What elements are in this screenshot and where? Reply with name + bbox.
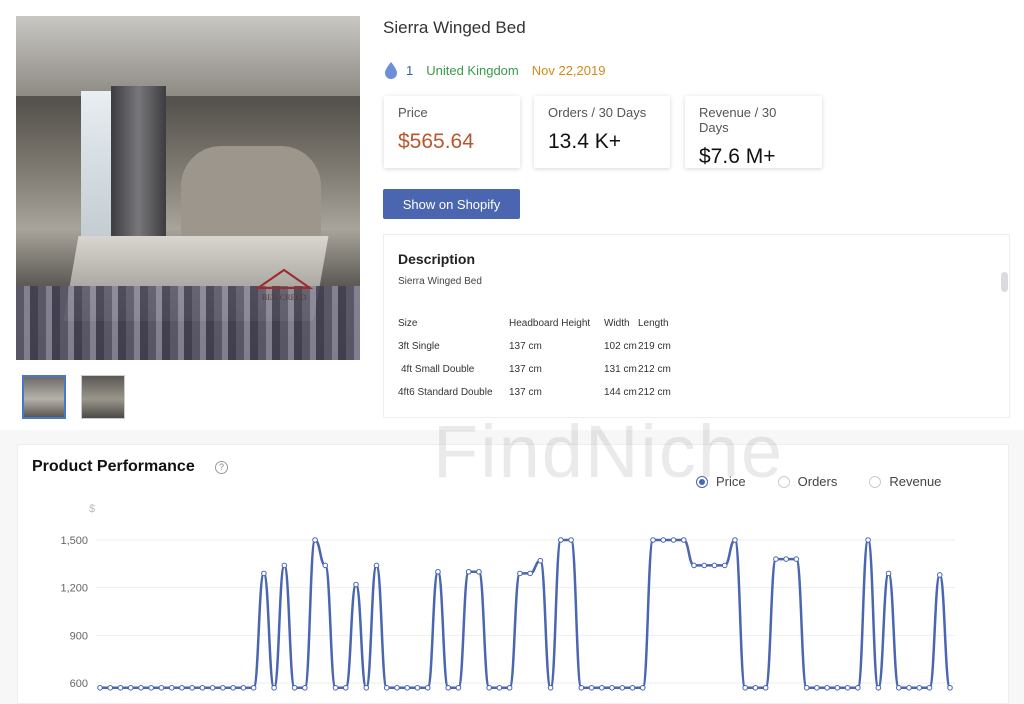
data-point <box>752 684 759 691</box>
data-point <box>363 684 370 691</box>
data-point <box>158 684 165 691</box>
y-tick-label: 900 <box>70 630 88 642</box>
data-point <box>691 562 697 569</box>
data-point <box>312 537 318 543</box>
data-point <box>947 684 953 691</box>
y-tick-label: 1,500 <box>60 535 88 547</box>
data-point <box>189 684 195 691</box>
data-point <box>404 684 411 691</box>
data-point <box>496 684 503 691</box>
data-point <box>424 684 431 691</box>
data-point <box>875 684 882 691</box>
data-point <box>609 684 615 691</box>
data-point <box>793 556 800 562</box>
data-point <box>660 537 667 543</box>
data-point <box>926 684 933 691</box>
data-point <box>394 684 400 691</box>
data-point <box>783 556 789 562</box>
data-point <box>517 570 523 577</box>
data-point <box>916 684 923 691</box>
data-point <box>138 684 144 691</box>
data-point <box>435 568 441 575</box>
data-point <box>476 568 482 575</box>
data-point <box>803 684 810 691</box>
data-point <box>342 684 349 691</box>
price-line-chart[interactable]: $600 900 1,200 1,500 <box>0 0 1024 699</box>
data-point <box>373 562 380 569</box>
data-point <box>558 537 564 543</box>
data-point <box>814 684 820 691</box>
data-point <box>824 684 830 691</box>
data-point <box>127 684 134 691</box>
data-point <box>414 684 421 691</box>
data-point <box>261 570 267 577</box>
data-point <box>599 684 605 691</box>
y-tick-label: 600 <box>70 678 88 690</box>
data-point <box>271 684 277 691</box>
data-point <box>281 562 288 569</box>
data-point <box>547 684 554 691</box>
data-point <box>107 684 114 691</box>
data-point <box>250 684 257 691</box>
data-point <box>701 562 708 569</box>
data-point <box>97 684 103 691</box>
data-point <box>885 570 892 577</box>
data-point <box>588 684 595 691</box>
data-point <box>895 684 902 691</box>
data-point <box>506 684 513 691</box>
data-point <box>844 684 851 691</box>
data-point <box>834 684 841 691</box>
data-point <box>855 684 861 691</box>
data-point <box>302 684 308 691</box>
data-point <box>711 562 718 569</box>
data-point <box>291 684 298 691</box>
data-point <box>209 684 216 691</box>
data-point <box>445 684 451 691</box>
data-point <box>220 684 226 691</box>
data-point <box>117 684 124 691</box>
data-point <box>865 537 871 543</box>
y-axis-unit: $ <box>89 503 95 515</box>
data-point <box>773 556 779 562</box>
data-point <box>936 572 943 578</box>
data-point <box>148 684 155 691</box>
data-point <box>680 537 687 543</box>
data-point <box>168 684 175 691</box>
data-point <box>721 562 728 569</box>
data-point <box>670 537 677 543</box>
data-point <box>199 684 206 691</box>
data-point <box>537 557 544 564</box>
data-point <box>179 684 185 691</box>
data-point <box>383 684 390 691</box>
data-point <box>465 568 472 575</box>
data-point <box>629 684 636 691</box>
data-point <box>732 537 738 543</box>
data-point <box>322 562 329 569</box>
data-point <box>906 684 912 691</box>
data-point <box>568 537 574 543</box>
data-point <box>578 684 585 691</box>
data-point <box>240 684 247 691</box>
data-point <box>527 570 533 577</box>
data-point <box>762 684 769 691</box>
data-point <box>230 684 236 691</box>
data-point <box>455 684 462 691</box>
data-point <box>742 684 748 691</box>
series-line-price <box>99 538 952 690</box>
data-point <box>619 684 626 691</box>
y-tick-label: 1,200 <box>60 583 88 595</box>
data-point <box>332 684 339 691</box>
data-point <box>639 684 646 691</box>
data-point <box>353 581 359 588</box>
data-point <box>650 537 656 543</box>
data-point <box>486 684 492 691</box>
